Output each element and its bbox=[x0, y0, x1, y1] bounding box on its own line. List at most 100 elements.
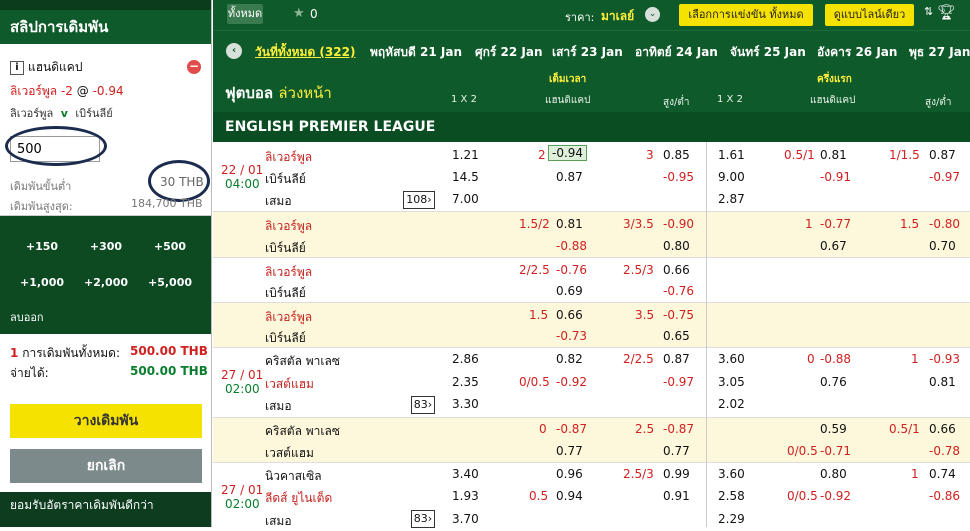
quick-500-button[interactable]: +500 bbox=[145, 240, 195, 253]
tab-day-25[interactable]: จันทร์ 25 Jan bbox=[730, 43, 806, 62]
odds-x[interactable]: 3.70 bbox=[452, 512, 479, 526]
odds-1[interactable]: 1.21 bbox=[452, 148, 479, 162]
ou-under-odds[interactable]: -0.95 bbox=[663, 170, 694, 184]
remove-bet-icon[interactable]: − bbox=[187, 60, 201, 74]
trophy-icon[interactable]: 🏆︎ bbox=[937, 3, 956, 21]
place-bet-button[interactable]: วางเดิมพัน bbox=[10, 404, 202, 438]
column-header: ฟุตบอล ล่วงหน้า เต็มเวลา ครึ่งแรก 1 X 2 … bbox=[213, 68, 970, 112]
h1-hdp-line: 0 bbox=[807, 352, 815, 366]
cancel-button[interactable]: ยกเลิก bbox=[10, 449, 202, 483]
h1-odds-1[interactable]: 3.60 bbox=[718, 467, 745, 481]
quick-150-button[interactable]: +150 bbox=[17, 240, 67, 253]
accept-better-odds[interactable]: ยอมรับอัตราคาเดิมพันดีกว่า bbox=[0, 492, 211, 527]
h1-ou-over-odds[interactable]: 0.66 bbox=[929, 422, 956, 436]
all-tab[interactable]: ทั้งหมด bbox=[227, 4, 263, 24]
h1-hdp-away-odds[interactable]: -0.92 bbox=[820, 489, 851, 503]
ou-over-odds[interactable]: -0.87 bbox=[663, 422, 694, 436]
h1-odds-2[interactable]: 2.58 bbox=[718, 489, 745, 503]
hdp-away-odds[interactable]: 0.69 bbox=[556, 284, 583, 298]
odds-2[interactable]: 14.5 bbox=[452, 170, 479, 184]
ou-under-odds[interactable]: -0.76 bbox=[663, 284, 694, 298]
ou-over-odds[interactable]: 0.87 bbox=[663, 352, 690, 366]
h1-odds-x[interactable]: 2.29 bbox=[718, 512, 745, 526]
h1-hdp-home-odds[interactable]: -0.77 bbox=[820, 217, 851, 231]
h1-odds-2[interactable]: 9.00 bbox=[718, 170, 745, 184]
tab-day-24[interactable]: อาทิตย์ 24 Jan bbox=[635, 43, 718, 62]
hdp-away-odds[interactable]: 0.87 bbox=[556, 170, 583, 184]
hdp-home-odds[interactable]: -0.87 bbox=[556, 422, 587, 436]
tab-day-23[interactable]: เสาร์ 23 Jan bbox=[552, 43, 623, 62]
odds-x[interactable]: 7.00 bbox=[452, 192, 479, 206]
quick-300-button[interactable]: +300 bbox=[81, 240, 131, 253]
odds-1[interactable]: 2.86 bbox=[452, 352, 479, 366]
hdp-home-odds[interactable]: 0.81 bbox=[556, 217, 583, 231]
ou-over-odds[interactable]: 0.99 bbox=[663, 467, 690, 481]
h1-ou-under-odds[interactable]: 0.81 bbox=[929, 375, 956, 389]
h1-hdp-away-odds[interactable]: 0.76 bbox=[820, 375, 847, 389]
hdp-away-odds[interactable]: -0.92 bbox=[556, 375, 587, 389]
h1-ou-over-odds[interactable]: 0.87 bbox=[929, 148, 956, 162]
ou-under-odds[interactable]: 0.65 bbox=[663, 329, 690, 343]
h1-odds-2[interactable]: 3.05 bbox=[718, 375, 745, 389]
chevron-down-icon[interactable]: ⌄ bbox=[645, 7, 660, 22]
tab-day-22[interactable]: ศุกร์ 22 Jan bbox=[475, 43, 543, 62]
h1-ou-over-odds[interactable]: -0.93 bbox=[929, 352, 960, 366]
ou-over-odds[interactable]: -0.90 bbox=[663, 217, 694, 231]
more-markets-button[interactable]: 108› bbox=[403, 191, 435, 209]
info-icon[interactable]: i bbox=[10, 60, 24, 75]
ou-under-odds[interactable]: -0.97 bbox=[663, 375, 694, 389]
odds-x[interactable]: 3.30 bbox=[452, 397, 479, 411]
h1-hdp-home-odds[interactable]: 0.80 bbox=[820, 467, 847, 481]
h1-ou-over-odds[interactable]: -0.80 bbox=[929, 217, 960, 231]
h1-ou-under-odds[interactable]: -0.78 bbox=[929, 444, 960, 458]
odds-2[interactable]: 1.93 bbox=[452, 489, 479, 503]
h1-ou-over-odds[interactable]: 0.74 bbox=[929, 467, 956, 481]
ou-under-odds[interactable]: 0.91 bbox=[663, 489, 690, 503]
ou-over-odds[interactable]: 0.66 bbox=[663, 263, 690, 277]
view-mode-button[interactable]: ดูแบบไลน์เดียว bbox=[825, 4, 914, 26]
hdp-away-odds[interactable]: -0.73 bbox=[556, 329, 587, 343]
odds-2[interactable]: 2.35 bbox=[452, 375, 479, 389]
more-markets-button[interactable]: 83› bbox=[411, 510, 435, 528]
star-icon[interactable]: ★ bbox=[293, 6, 305, 21]
ou-over-odds[interactable]: 0.85 bbox=[663, 148, 690, 162]
hdp-home-odds[interactable]: 0.96 bbox=[556, 467, 583, 481]
quick-2000-button[interactable]: +2,000 bbox=[81, 276, 131, 289]
tab-day-26[interactable]: อังคาร 26 Jan bbox=[817, 43, 897, 62]
more-markets-button[interactable]: 83› bbox=[411, 396, 435, 414]
sort-icon[interactable]: ⇅ bbox=[924, 5, 933, 18]
clear-button[interactable]: ลบออก bbox=[10, 308, 44, 326]
ou-over-odds[interactable]: -0.75 bbox=[663, 308, 694, 322]
h1-odds-x[interactable]: 2.87 bbox=[718, 192, 745, 206]
quick-5000-button[interactable]: +5,000 bbox=[145, 276, 195, 289]
h1-hdp-home-odds[interactable]: -0.88 bbox=[820, 352, 851, 366]
h1-hdp-away-odds[interactable]: -0.91 bbox=[820, 170, 851, 184]
hdp-home-odds[interactable]: -0.76 bbox=[556, 263, 587, 277]
h1-odds-1[interactable]: 1.61 bbox=[718, 148, 745, 162]
tab-day-27[interactable]: พุธ 27 Jan bbox=[909, 43, 970, 62]
quick-1000-button[interactable]: +1,000 bbox=[17, 276, 67, 289]
ou-under-odds[interactable]: 0.77 bbox=[663, 444, 690, 458]
tab-day-21[interactable]: พฤหัสบดี 21 Jan bbox=[370, 43, 462, 62]
hdp-away-odds[interactable]: 0.77 bbox=[556, 444, 583, 458]
select-competition-button[interactable]: เลือกการแข่งขัน ทั้งหมด bbox=[679, 4, 813, 26]
h1-hdp-away-odds[interactable]: -0.71 bbox=[820, 444, 851, 458]
hdp-home-odds-selected[interactable]: -0.94 bbox=[548, 145, 588, 161]
h1-odds-x[interactable]: 2.02 bbox=[718, 397, 745, 411]
hdp-away-odds[interactable]: -0.88 bbox=[556, 239, 587, 253]
hdp-home-odds[interactable]: 0.82 bbox=[556, 352, 583, 366]
h1-hdp-home-odds[interactable]: 0.59 bbox=[820, 422, 847, 436]
ou-under-odds[interactable]: 0.80 bbox=[663, 239, 690, 253]
chevron-left-icon[interactable]: ‹ bbox=[226, 43, 242, 59]
h1-hdp-home-odds[interactable]: 0.81 bbox=[820, 148, 847, 162]
h1-hdp-away-odds[interactable]: 0.67 bbox=[820, 239, 847, 253]
odds-1[interactable]: 3.40 bbox=[452, 467, 479, 481]
h1-ou-under-odds[interactable]: -0.86 bbox=[929, 489, 960, 503]
h1-odds-1[interactable]: 3.60 bbox=[718, 352, 745, 366]
h1-ou-under-odds[interactable]: -0.97 bbox=[929, 170, 960, 184]
tab-all-dates[interactable]: วันที่ทั้งหมด (322) bbox=[255, 43, 355, 62]
hdp-home-odds[interactable]: 0.66 bbox=[556, 308, 583, 322]
price-select[interactable]: มาเลย์ bbox=[601, 7, 634, 26]
h1-ou-under-odds[interactable]: 0.70 bbox=[929, 239, 956, 253]
hdp-away-odds[interactable]: 0.94 bbox=[556, 489, 583, 503]
